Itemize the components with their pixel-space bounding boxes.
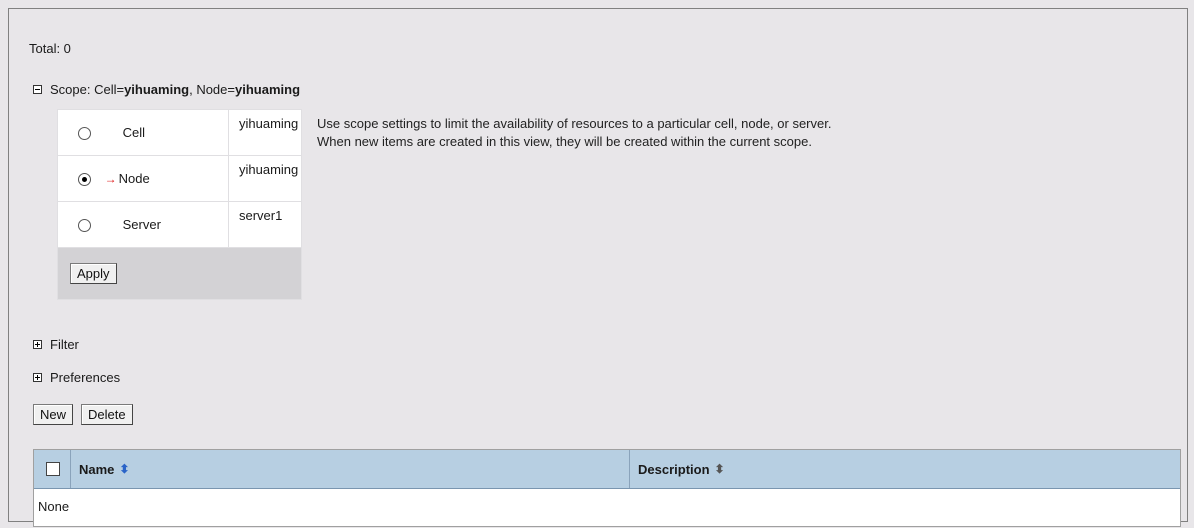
- column-name-label: Name: [79, 461, 115, 477]
- total-count: Total: 0: [29, 41, 71, 56]
- toolbar: New Delete: [33, 404, 133, 425]
- apply-button[interactable]: Apply: [70, 263, 117, 284]
- column-name-header[interactable]: Name ⬍: [71, 462, 629, 477]
- expand-icon[interactable]: [33, 373, 42, 382]
- filter-toggle[interactable]: Filter: [33, 337, 79, 352]
- scope-option-node[interactable]: → Node: [57, 155, 229, 202]
- expand-icon[interactable]: [33, 340, 42, 349]
- scope-option-label: Node: [118, 170, 150, 186]
- radio-cell[interactable]: [78, 127, 91, 141]
- select-all-checkbox[interactable]: [46, 462, 60, 476]
- scope-description-line: Use scope settings to limit the availabi…: [317, 116, 832, 131]
- column-description-header[interactable]: Description ⬍: [630, 462, 1180, 477]
- preferences-label: Preferences: [50, 370, 121, 385]
- new-button[interactable]: New: [33, 404, 74, 425]
- filter-label: Filter: [50, 337, 79, 352]
- table-header: Name ⬍ Description ⬍: [34, 450, 1180, 489]
- collapse-icon[interactable]: [33, 85, 42, 94]
- radio-server[interactable]: [78, 219, 91, 233]
- scope-cell-name: yihuaming: [124, 82, 190, 97]
- radio-node[interactable]: [78, 173, 91, 187]
- current-scope-arrow-icon: →: [104, 171, 117, 186]
- sort-icon[interactable]: ⬍: [715, 462, 725, 476]
- scope-option-label: Server: [122, 216, 161, 232]
- scope-option-value: yihuaming: [228, 109, 302, 156]
- scope-header[interactable]: Scope: Cell= yihuaming, Node= yihuaming: [33, 82, 300, 97]
- delete-button[interactable]: Delete: [81, 404, 133, 425]
- scope-option-label: Cell: [122, 124, 146, 140]
- scope-node-sep: , Node=: [189, 82, 235, 97]
- scope-option-cell[interactable]: Cell: [57, 109, 229, 156]
- scope-option-server[interactable]: Server: [57, 201, 229, 248]
- scope-prefix: Scope: Cell=: [50, 82, 125, 97]
- empty-table-row: None: [38, 499, 70, 514]
- scope-option-value: yihuaming: [228, 155, 302, 202]
- scope-description-line: When new items are created in this view,…: [317, 134, 812, 149]
- scope-description: Use scope settings to limit the availabi…: [317, 115, 831, 151]
- apply-row: Apply: [57, 247, 302, 300]
- preferences-toggle[interactable]: Preferences: [33, 370, 120, 385]
- column-description-label: Description: [638, 461, 710, 477]
- sort-up-icon[interactable]: ⬍: [119, 462, 129, 476]
- scope-node-name: yihuaming: [235, 82, 301, 97]
- scope-options-table: Cell yihuaming → Node yihuaming Server se…: [57, 109, 302, 300]
- content-panel: Total: 0 Scope: Cell= yihuaming, Node= yih…: [8, 8, 1188, 527]
- scope-option-value: server1: [228, 201, 302, 248]
- resources-table: Name ⬍ Description ⬍ None: [33, 449, 1181, 527]
